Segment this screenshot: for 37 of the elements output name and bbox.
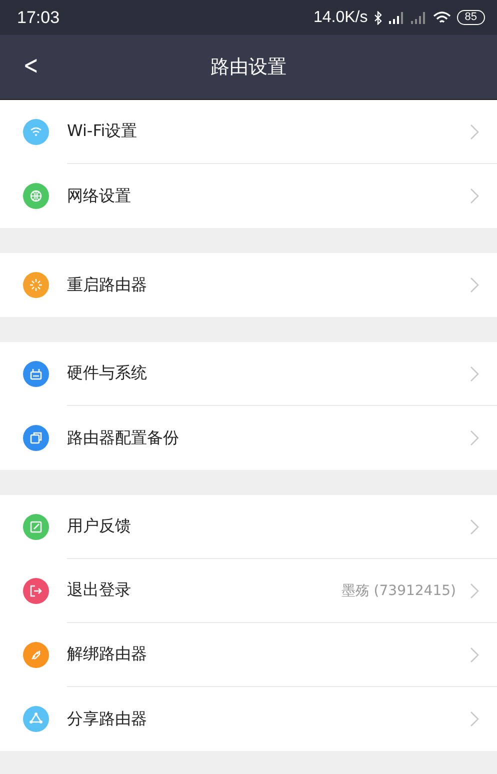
chevron-icon — [470, 711, 479, 727]
settings-row[interactable]: 硬件与系统 — [0, 342, 497, 406]
chevron-icon — [470, 277, 479, 293]
settings-row[interactable]: 路由器配置备份 — [0, 406, 497, 470]
row-label: 网络设置 — [67, 186, 132, 206]
settings-row[interactable]: 重启路由器 — [0, 253, 497, 317]
settings-row[interactable]: 退出登录 墨殇 (73912415) — [0, 559, 497, 623]
network-speed: 14.0K/s — [313, 8, 368, 26]
settings-row[interactable]: 网络设置 — [0, 164, 497, 228]
row-label: 路由器配置备份 — [67, 428, 180, 448]
bluetooth-icon — [374, 10, 383, 24]
chevron-icon — [470, 366, 479, 382]
row-label: 解绑路由器 — [67, 644, 148, 665]
settings-row[interactable]: Wi-Fi设置 — [0, 100, 497, 164]
row-label: 重启路由器 — [67, 274, 148, 296]
clock: 17:03 — [17, 8, 60, 28]
page-title: 路由设置 — [210, 55, 286, 80]
row-label: 用户反馈 — [67, 516, 132, 537]
chevron-icon — [470, 518, 479, 534]
settings-row[interactable]: 用户反馈 — [0, 495, 497, 559]
settings-row[interactable]: 分享路由器 — [0, 687, 497, 751]
row-label: 分享路由器 — [67, 708, 148, 730]
row-label: 退出登录 — [67, 580, 132, 601]
settings-row[interactable]: 解绑路由器 — [0, 623, 497, 687]
chevron-icon — [470, 124, 479, 140]
row-label: 硬件与系统 — [67, 363, 148, 384]
wifi-icon — [432, 10, 451, 24]
chevron-icon — [470, 430, 479, 446]
chevron-icon — [470, 646, 479, 662]
account-name: 墨殇 (73912415) — [341, 582, 456, 600]
signal-icon — [410, 12, 427, 24]
battery-indicator: 85 — [456, 10, 485, 25]
chevron-icon — [470, 188, 479, 204]
row-label: Wi-Fi设置 — [67, 121, 138, 142]
back-button[interactable]: < — [23, 51, 39, 81]
chevron-icon — [470, 582, 479, 598]
signal-icon — [388, 12, 405, 24]
